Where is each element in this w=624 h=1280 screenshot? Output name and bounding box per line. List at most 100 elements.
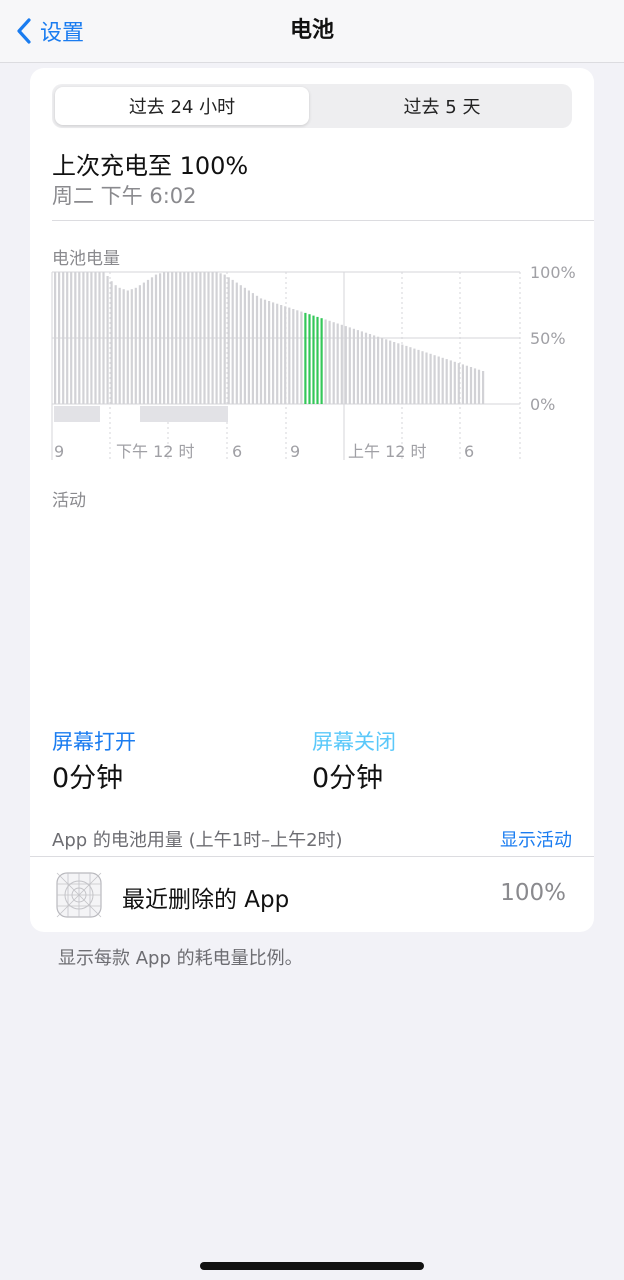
battery-bar xyxy=(409,347,412,404)
battery-bar xyxy=(239,285,242,404)
home-indicator[interactable] xyxy=(200,1262,424,1270)
battery-bar xyxy=(199,272,202,404)
battery-x-tick-label: 6 xyxy=(464,442,474,461)
battery-bar xyxy=(227,277,230,404)
battery-bar xyxy=(328,320,331,404)
battery-bar xyxy=(114,285,117,404)
battery-bar xyxy=(243,287,246,404)
app-usage-header: App 的电池用量 (上午1时–上午2时) xyxy=(52,830,343,851)
battery-bar xyxy=(385,339,388,404)
battery-bar xyxy=(433,355,436,404)
battery-bar xyxy=(259,298,263,404)
battery-bar xyxy=(352,328,355,404)
battery-bar xyxy=(465,365,468,404)
battery-y-tick-label: 50% xyxy=(530,329,566,348)
battery-bar xyxy=(340,324,343,404)
battery-x-tick-label: 9 xyxy=(290,442,300,461)
battery-bar xyxy=(405,345,408,404)
battery-bar xyxy=(187,272,190,404)
battery-bar xyxy=(356,330,359,404)
activity-label: 活动 xyxy=(52,491,86,511)
screen-on-label: 屏幕打开 xyxy=(52,730,136,754)
battery-bar xyxy=(482,371,485,404)
divider xyxy=(30,856,594,857)
battery-bar xyxy=(296,310,299,404)
battery-bar xyxy=(118,287,121,404)
battery-bar xyxy=(231,279,234,404)
screen-off-value: 0分钟 xyxy=(312,763,384,794)
battery-level-chart[interactable]: 100%50%0%9下午 12 时69上午 12 时660 分钟30 分钟0 分… xyxy=(30,68,594,468)
battery-bar xyxy=(292,309,295,404)
battery-bar xyxy=(54,272,57,404)
screen-on-value: 0分钟 xyxy=(52,763,124,794)
battery-bar xyxy=(66,272,69,404)
battery-bar xyxy=(175,272,178,404)
battery-bar xyxy=(122,289,125,404)
page-title: 电池 xyxy=(289,18,334,43)
navigation-bar: 设置 电池 xyxy=(0,0,624,63)
battery-bar xyxy=(159,273,162,404)
battery-bar xyxy=(98,272,101,404)
show-activity-button[interactable]: 显示活动 xyxy=(500,826,572,852)
battery-bar xyxy=(110,281,113,404)
battery-card: 过去 24 小时 过去 5 天 上次充电至 100% 周二 下午 6:02 电池… xyxy=(30,68,594,932)
battery-bar xyxy=(62,272,65,404)
battery-bar xyxy=(58,272,61,404)
battery-bar xyxy=(449,360,452,404)
charging-indicator xyxy=(140,406,228,422)
battery-bar xyxy=(429,353,432,404)
screen-off-label: 屏幕关闭 xyxy=(312,730,396,754)
battery-bar xyxy=(179,272,182,404)
battery-bar xyxy=(320,318,323,404)
battery-bar xyxy=(360,331,363,404)
battery-bar xyxy=(150,277,154,404)
battery-bar xyxy=(441,357,444,404)
battery-bar xyxy=(373,335,376,404)
battery-bar xyxy=(106,276,109,404)
battery-bar xyxy=(473,368,477,404)
battery-bar xyxy=(207,272,210,404)
battery-bar xyxy=(134,287,137,404)
battery-bar xyxy=(308,314,311,404)
battery-x-tick-label: 上午 12 时 xyxy=(348,442,427,461)
battery-bar xyxy=(171,272,174,404)
battery-bar xyxy=(393,342,396,404)
battery-bar xyxy=(284,306,287,404)
battery-bar xyxy=(389,340,392,404)
battery-bar xyxy=(324,319,327,404)
battery-bar xyxy=(457,363,460,404)
battery-bar xyxy=(445,359,448,404)
battery-bar xyxy=(348,327,351,404)
battery-bar xyxy=(191,272,194,404)
battery-bar xyxy=(154,274,158,404)
battery-bar xyxy=(94,272,97,404)
battery-bar xyxy=(304,312,307,404)
battery-bar xyxy=(70,272,73,404)
battery-bar xyxy=(223,274,226,404)
battery-bar xyxy=(215,272,218,404)
battery-bar xyxy=(219,273,222,404)
battery-bar xyxy=(364,332,368,404)
battery-bar xyxy=(183,272,186,404)
battery-bar xyxy=(425,352,428,404)
battery-bar xyxy=(74,272,77,404)
battery-bar xyxy=(332,322,335,404)
app-grid-icon xyxy=(56,872,102,918)
battery-bar xyxy=(377,336,380,404)
battery-bar xyxy=(417,349,420,404)
battery-bar xyxy=(413,348,416,404)
battery-y-tick-label: 100% xyxy=(530,263,576,282)
battery-bar xyxy=(86,272,89,404)
battery-bar xyxy=(251,293,254,404)
battery-bar xyxy=(316,316,319,404)
battery-bar xyxy=(211,272,214,404)
battery-bar xyxy=(167,272,170,404)
battery-bar xyxy=(126,290,129,404)
app-row-recently-deleted[interactable]: 最近删除的 App 100% xyxy=(30,858,594,932)
battery-bar xyxy=(477,369,481,404)
battery-x-tick-label: 6 xyxy=(232,442,242,461)
battery-bar xyxy=(300,311,303,404)
battery-x-tick-label: 9 xyxy=(54,442,64,461)
battery-bar xyxy=(203,272,206,404)
battery-bar xyxy=(469,367,473,404)
